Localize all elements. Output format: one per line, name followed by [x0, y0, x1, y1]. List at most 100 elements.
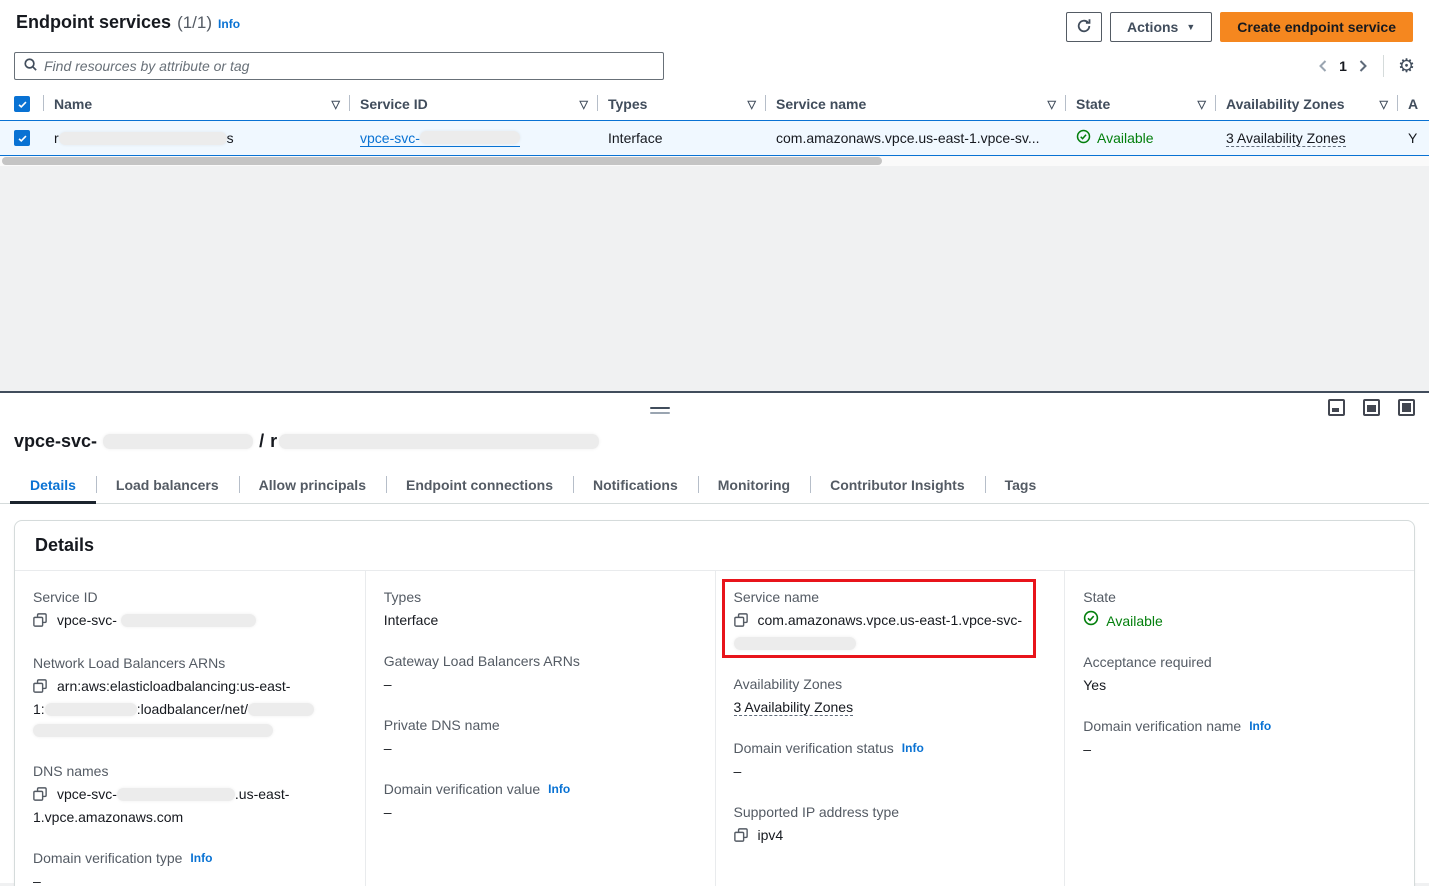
field-service-name: Service name com.amazonaws.vpce.us-east-… — [734, 589, 1047, 654]
redacted-arn-line — [33, 724, 273, 737]
title-info-link[interactable]: Info — [218, 17, 240, 31]
horizontal-scrollbar[interactable] — [0, 156, 1429, 166]
table-settings-gear-icon[interactable]: ⚙ — [1398, 57, 1415, 76]
service-id-link[interactable]: vpce-svc- — [360, 130, 520, 147]
actions-button[interactable]: Actions ▼ — [1110, 12, 1212, 42]
chevron-down-icon: ▼ — [1186, 22, 1195, 32]
refresh-button[interactable] — [1066, 12, 1102, 42]
create-endpoint-service-button[interactable]: Create endpoint service — [1220, 12, 1413, 42]
filter-icon[interactable]: ▽ — [332, 98, 340, 111]
column-header-types[interactable]: Types ▽ — [598, 92, 766, 120]
column-header-state[interactable]: State ▽ — [1066, 92, 1216, 120]
page-number[interactable]: 1 — [1339, 58, 1347, 74]
redacted-name — [59, 132, 227, 145]
info-link[interactable]: Info — [190, 851, 212, 865]
tab-tags[interactable]: Tags — [985, 468, 1057, 503]
redacted-account-id — [45, 703, 137, 716]
redacted-lb-name — [248, 703, 314, 716]
create-label: Create endpoint service — [1237, 19, 1396, 35]
tab-contributor-insights[interactable]: Contributor Insights — [810, 468, 985, 503]
panel-size-small-icon[interactable] — [1328, 399, 1345, 416]
field-acceptance-required: Acceptance required Yes — [1083, 654, 1396, 696]
pagination: 1 ⚙ — [1317, 55, 1415, 77]
field-nlb-arns: Network Load Balancers ARNs arn:aws:elas… — [33, 655, 347, 741]
split-panel-drag-handle-icon[interactable] — [650, 407, 670, 417]
resource-count: (1/1) — [177, 13, 212, 33]
field-domain-verification-name: Domain verification name Info – — [1083, 718, 1396, 760]
table-row — [0, 120, 44, 156]
field-availability-zones: Availability Zones 3 Availability Zones — [734, 676, 1047, 718]
copy-icon[interactable] — [734, 612, 748, 633]
field-gwlb-arns: Gateway Load Balancers ARNs – — [384, 653, 697, 695]
tab-notifications[interactable]: Notifications — [573, 468, 698, 503]
field-types: Types Interface — [384, 589, 697, 631]
filter-icon[interactable]: ▽ — [748, 98, 756, 111]
details-column-1: Service ID vpce-svc- Network Load Balanc… — [15, 571, 365, 886]
split-panel-tabs: Details Load balancers Allow principals … — [0, 468, 1429, 504]
cell-availability-zones: 3 Availability Zones — [1216, 120, 1398, 156]
search-box[interactable] — [14, 52, 664, 80]
panel-size-medium-icon[interactable] — [1363, 399, 1380, 416]
search-input[interactable] — [44, 58, 655, 74]
previous-page-icon[interactable] — [1317, 59, 1329, 73]
column-header-service-name[interactable]: Service name ▽ — [766, 92, 1066, 120]
check-circle-icon — [1076, 129, 1091, 147]
redacted-service-id — [420, 131, 520, 144]
cell-state: Available — [1066, 120, 1216, 156]
filter-icon[interactable]: ▽ — [1198, 98, 1206, 111]
availability-zones-popover-link[interactable]: 3 Availability Zones — [1226, 130, 1346, 147]
column-header-availability-zones[interactable]: Availability Zones ▽ — [1216, 92, 1398, 120]
copy-icon[interactable] — [33, 612, 47, 633]
filter-icon[interactable]: ▽ — [580, 98, 588, 111]
field-private-dns-name: Private DNS name – — [384, 717, 697, 759]
info-link[interactable]: Info — [548, 782, 570, 796]
row-checkbox[interactable] — [14, 130, 30, 146]
field-dns-names: DNS names vpce-svc-.us-east- 1.vpce.amaz… — [33, 763, 347, 828]
details-card: Details Service ID vpce-svc- Network Loa… — [14, 520, 1415, 886]
check-circle-icon — [1083, 610, 1099, 632]
info-link[interactable]: Info — [902, 741, 924, 755]
scrollbar-thumb[interactable] — [2, 157, 882, 165]
tab-monitoring[interactable]: Monitoring — [698, 468, 810, 503]
field-service-id: Service ID vpce-svc- — [33, 589, 347, 633]
page-title: Endpoint services (1/1) Info — [16, 12, 240, 33]
refresh-icon — [1076, 18, 1092, 37]
split-panel-title: vpce-svc- / r — [0, 393, 1429, 452]
cell-clipped: Y — [1398, 120, 1429, 156]
copy-icon[interactable] — [33, 678, 47, 699]
select-all-checkbox[interactable] — [14, 96, 30, 112]
column-header-service-id[interactable]: Service ID ▽ — [350, 92, 598, 120]
availability-zones-popover-link[interactable]: 3 Availability Zones — [734, 699, 854, 716]
redacted-title-name — [279, 434, 599, 449]
redacted-title-id — [103, 434, 253, 449]
tab-allow-principals[interactable]: Allow principals — [239, 468, 386, 503]
column-header-clipped[interactable]: A — [1398, 92, 1429, 120]
search-icon — [23, 57, 38, 75]
cell-service-id: vpce-svc- — [350, 120, 598, 156]
tab-endpoint-connections[interactable]: Endpoint connections — [386, 468, 573, 503]
redacted-dns-id — [117, 788, 235, 801]
field-domain-verification-status: Domain verification status Info – — [734, 740, 1047, 782]
column-header-name[interactable]: Name ▽ — [44, 92, 350, 120]
info-link[interactable]: Info — [1249, 719, 1271, 733]
field-domain-verification-value: Domain verification value Info – — [384, 781, 697, 823]
cell-service-name: com.amazonaws.vpce.us-east-1.vpce-sv... — [766, 120, 1066, 156]
tab-details[interactable]: Details — [10, 468, 96, 503]
redacted-service-name-id — [734, 637, 856, 650]
endpoint-services-table: Name ▽ Service ID ▽ Types ▽ Service name… — [0, 92, 1429, 156]
copy-icon[interactable] — [734, 827, 748, 848]
details-column-2: Types Interface Gateway Load Balancers A… — [365, 571, 715, 886]
tab-load-balancers[interactable]: Load balancers — [96, 468, 239, 503]
endpoint-services-table-card: Endpoint services (1/1) Info Actions ▼ C… — [0, 0, 1429, 166]
copy-icon[interactable] — [33, 786, 47, 807]
filter-icon[interactable]: ▽ — [1048, 98, 1056, 111]
panel-size-full-icon[interactable] — [1398, 399, 1415, 416]
cell-name: r s — [44, 120, 350, 156]
actions-label: Actions — [1127, 19, 1178, 35]
cell-types: Interface — [598, 120, 766, 156]
filter-icon[interactable]: ▽ — [1380, 98, 1388, 111]
field-domain-verification-type: Domain verification type Info – — [33, 850, 347, 886]
next-page-icon[interactable] — [1357, 59, 1369, 73]
content-background — [0, 166, 1429, 391]
header-select-all — [0, 92, 44, 120]
